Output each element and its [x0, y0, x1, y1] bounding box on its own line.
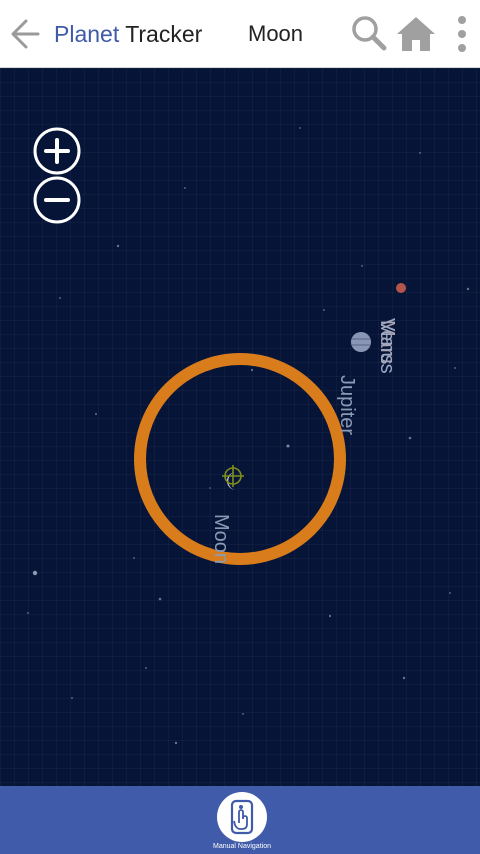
label-mars: Mars [376, 320, 398, 365]
moon-marker[interactable] [222, 465, 244, 490]
back-button[interactable] [6, 14, 46, 54]
search-icon [352, 16, 387, 51]
target-ring [134, 353, 346, 565]
manual-navigation-label: Manual Navigation [213, 843, 271, 850]
app-title-tracker: Tracker [125, 21, 203, 47]
plus-circle-icon [33, 127, 81, 175]
label-jupiter: Jupiter [336, 375, 358, 436]
manual-navigation-button[interactable] [217, 792, 267, 842]
moon-crescent-icon [227, 472, 236, 490]
more-vertical-icon [458, 16, 466, 52]
jupiter-marker[interactable] [351, 332, 371, 352]
app-bar: Planet Tracker Moon [0, 0, 480, 68]
app-title-planet: Planet [54, 21, 120, 47]
overflow-menu-button[interactable] [448, 12, 476, 56]
touch-hand-icon [230, 799, 254, 835]
home-button[interactable] [395, 13, 437, 53]
mars-marker[interactable] [396, 283, 406, 293]
home-icon [397, 17, 435, 51]
arrow-left-icon [11, 19, 40, 49]
zoom-out-button[interactable] [32, 175, 82, 225]
selected-object-title: Moon [248, 21, 304, 46]
app-title: Planet Tracker [54, 20, 202, 48]
label-moon: Moon [210, 514, 232, 565]
minus-circle-icon [33, 176, 81, 224]
search-button[interactable] [350, 14, 388, 52]
crosshair-icon [222, 465, 244, 487]
sky-map[interactable]: Venus Mars Jupiter Moon [0, 68, 480, 786]
zoom-in-button[interactable] [32, 126, 82, 176]
star-field [27, 127, 470, 745]
bottom-bar: Manual Navigation [0, 786, 480, 854]
